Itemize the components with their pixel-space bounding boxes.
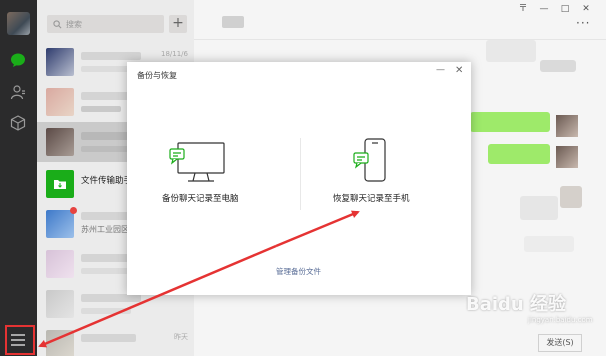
avatar xyxy=(46,290,74,318)
more-icon[interactable]: ··· xyxy=(576,16,590,30)
item-time: 18/11/6 xyxy=(161,50,188,58)
item-subtitle: 苏州工业园区 xyxy=(81,225,129,234)
avatar xyxy=(46,330,74,356)
restore-to-phone-option[interactable]: 恢复聊天记录至手机 xyxy=(333,192,410,204)
divider xyxy=(300,138,301,210)
message-bubble-sent xyxy=(470,112,550,132)
message-bubble xyxy=(486,40,536,62)
watermark-url: jingyan.baidu.com xyxy=(528,316,593,324)
avatar xyxy=(46,88,74,116)
chat-icon[interactable] xyxy=(9,51,27,69)
computer-icon[interactable] xyxy=(168,139,226,185)
search-placeholder: 搜索 xyxy=(66,19,82,29)
search-input[interactable]: 搜索 xyxy=(47,15,164,33)
message-bubble-sent xyxy=(488,144,550,164)
backup-restore-dialog: 备份与恢复 — ✕ 备份聊天记录至电脑 恢复聊天记录至手机 管理备份文件 xyxy=(127,62,471,295)
dialog-title: 备份与恢复 xyxy=(137,71,177,80)
list-item[interactable]: 昨天 xyxy=(37,324,194,356)
avatar xyxy=(556,146,578,168)
avatar xyxy=(46,128,74,156)
backup-to-pc-option[interactable]: 备份聊天记录至电脑 xyxy=(162,192,239,204)
maximize-button[interactable]: □ xyxy=(557,3,573,15)
baidu-watermark: Baidu 经验 xyxy=(466,294,567,315)
avatar xyxy=(46,210,74,238)
pin-icon[interactable]: 〒 xyxy=(515,3,531,15)
dialog-minimize-button[interactable]: — xyxy=(436,65,445,75)
highlight-box xyxy=(5,325,35,355)
item-name: 文件传输助手 xyxy=(81,176,133,186)
avatar xyxy=(46,250,74,278)
add-button[interactable]: + xyxy=(169,15,187,33)
favorites-icon[interactable] xyxy=(9,114,27,132)
message-bubble xyxy=(540,60,576,72)
avatar xyxy=(560,186,582,208)
avatar xyxy=(46,48,74,76)
message-bubble xyxy=(520,196,558,220)
minimize-button[interactable]: — xyxy=(536,3,552,15)
avatar xyxy=(556,115,578,137)
send-button[interactable]: 发送(S) xyxy=(538,334,582,352)
item-time: 昨天 xyxy=(174,333,188,341)
folder-icon xyxy=(46,170,74,198)
dialog-close-button[interactable]: ✕ xyxy=(455,65,463,76)
close-button[interactable]: ✕ xyxy=(578,3,594,15)
phone-icon[interactable] xyxy=(351,137,391,185)
message-bubble xyxy=(524,236,574,252)
contacts-icon[interactable] xyxy=(9,83,27,101)
search-icon xyxy=(53,19,62,28)
chat-title xyxy=(222,16,244,28)
manage-backup-link[interactable]: 管理备份文件 xyxy=(276,266,321,277)
avatar[interactable] xyxy=(7,12,30,35)
unread-badge xyxy=(70,207,77,214)
